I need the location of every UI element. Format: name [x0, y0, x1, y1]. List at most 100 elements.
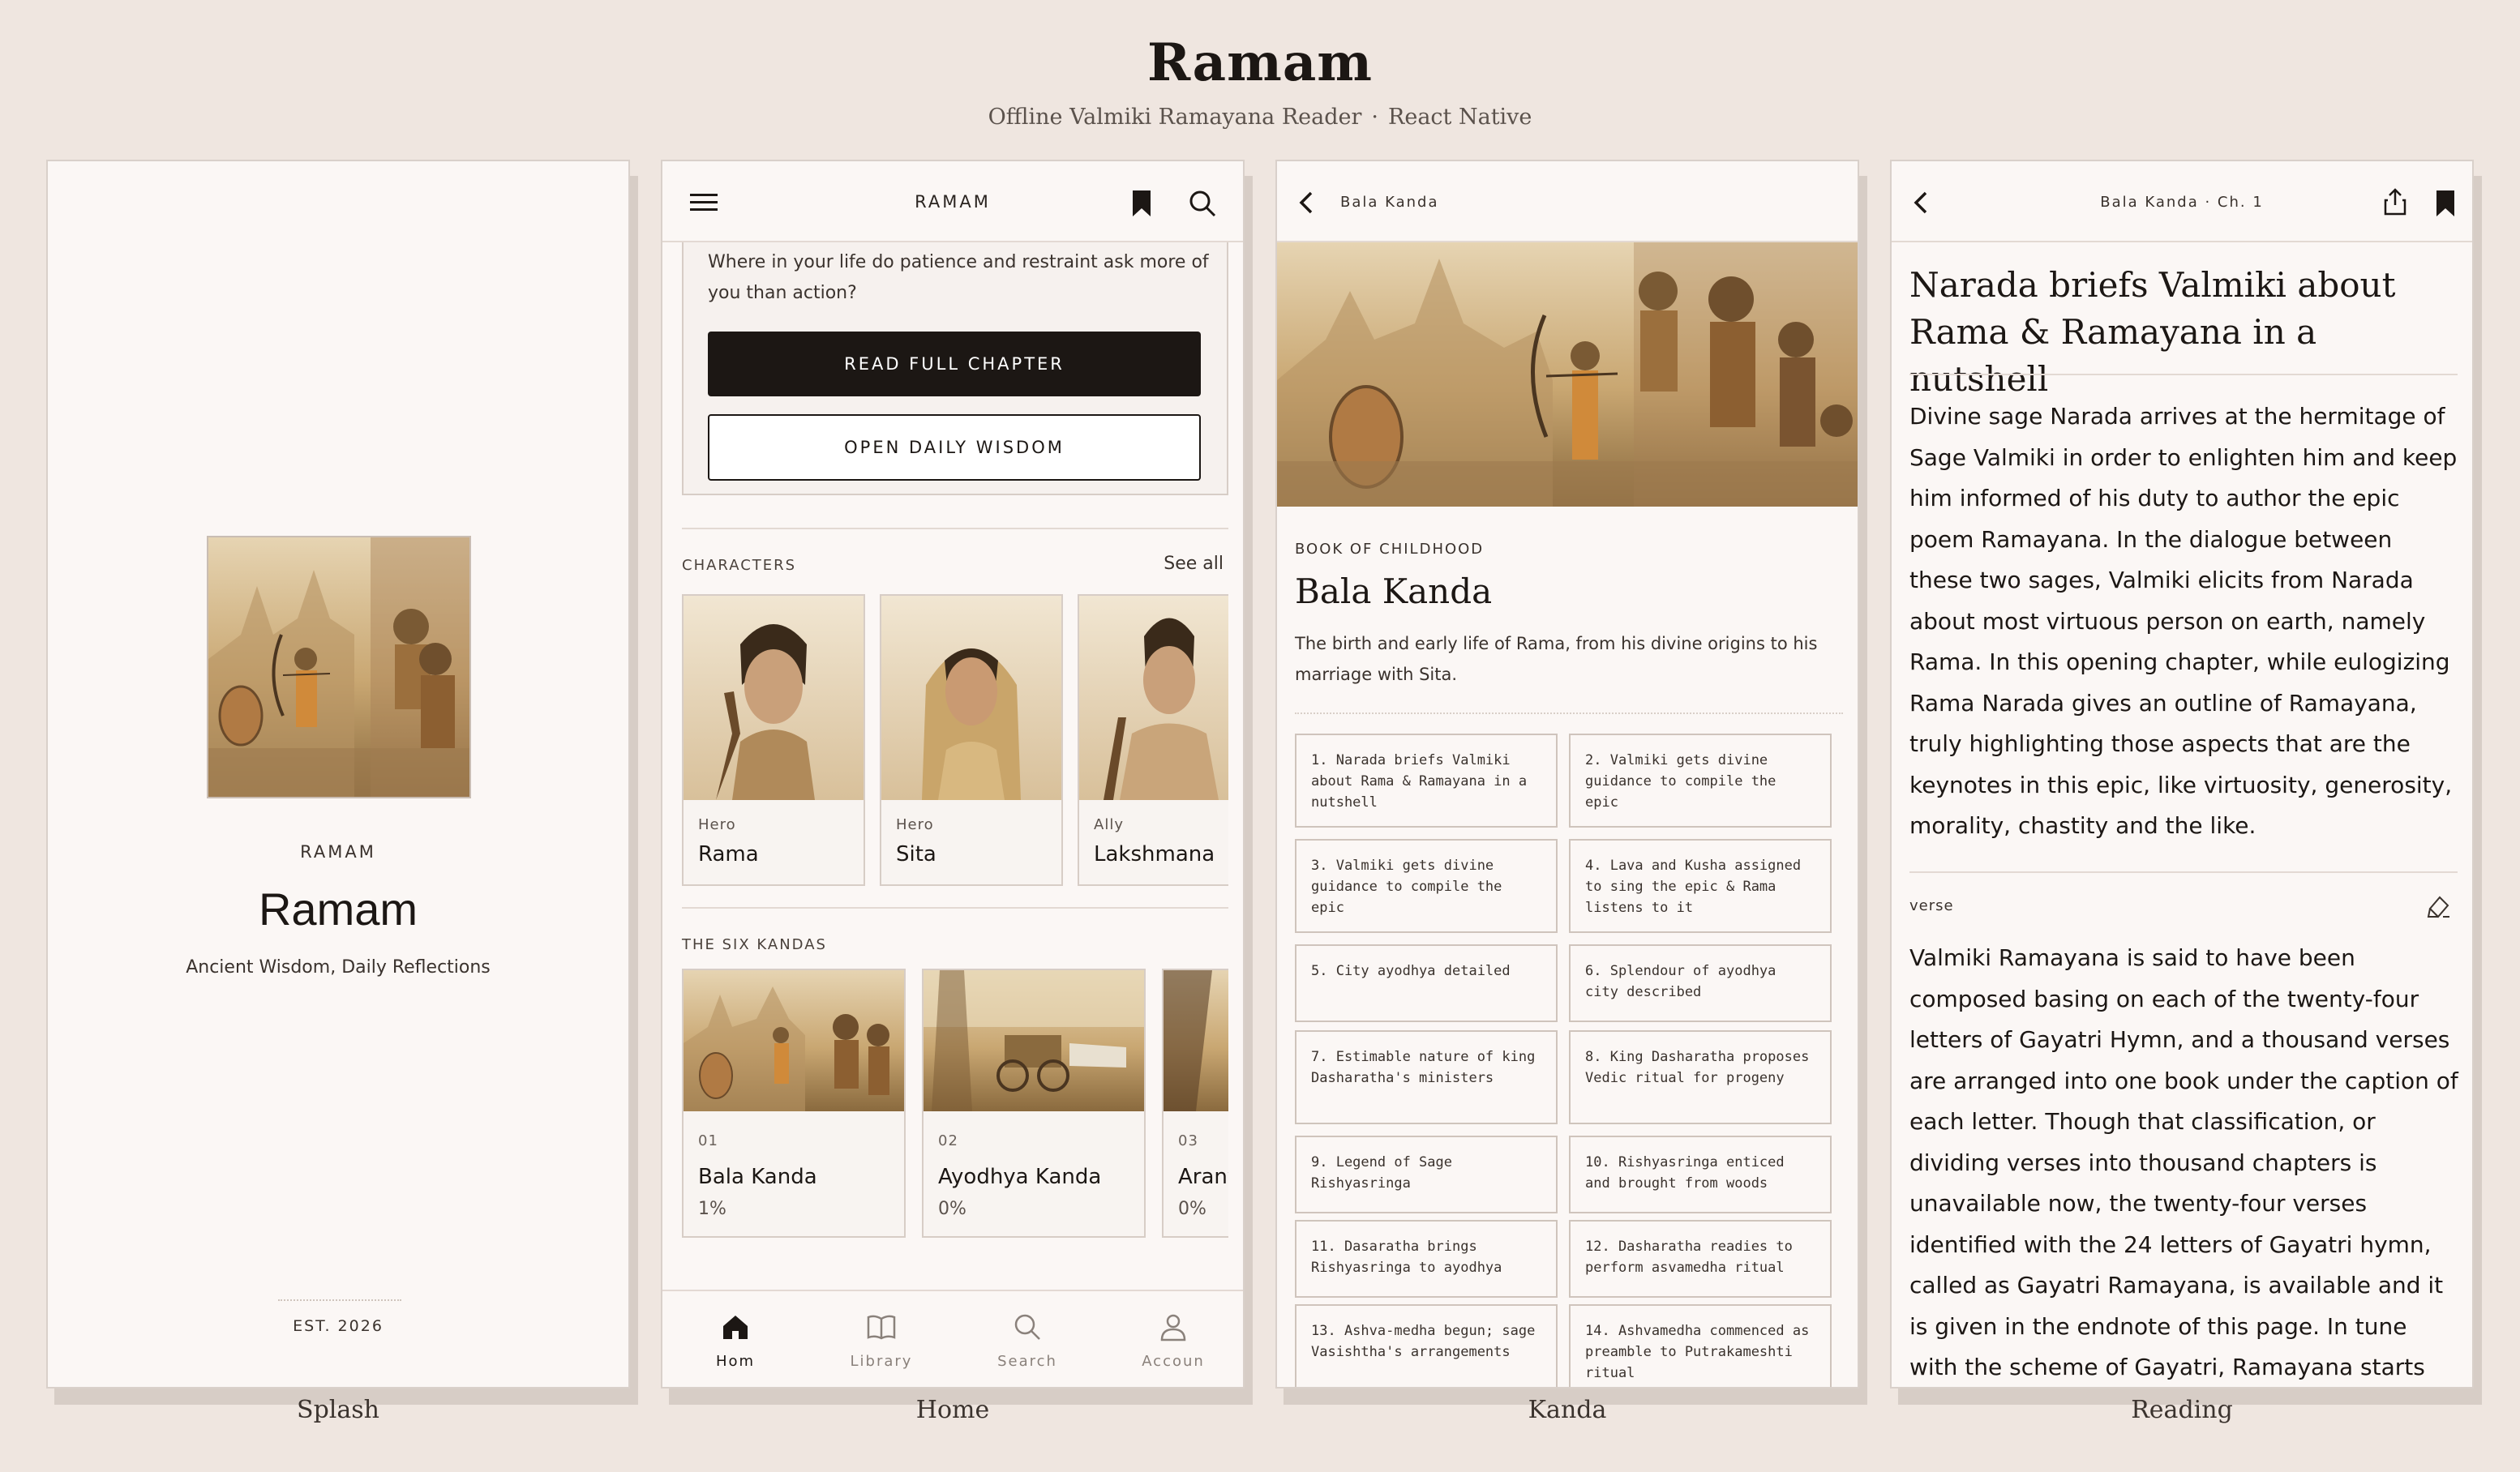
- kanda-card[interactable]: 01 Bala Kanda 1%: [682, 969, 906, 1238]
- tab-search[interactable]: Search: [954, 1291, 1100, 1387]
- home-screen: Where in your life do patience and restr…: [661, 160, 1245, 1389]
- verse-label: verse: [1909, 897, 1954, 914]
- tab-home[interactable]: Hom: [662, 1291, 808, 1387]
- chapter-summary: Divine sage Narada arrives at the hermit…: [1909, 403, 2458, 839]
- kanda-progress: 0%: [938, 1199, 966, 1219]
- search-icon[interactable]: [1188, 189, 1217, 218]
- kanda-number: 01: [698, 1132, 718, 1149]
- chapter-item[interactable]: 12. Dasharatha readies to perform asvame…: [1569, 1220, 1832, 1298]
- caption-splash: Splash: [297, 1396, 379, 1424]
- characters-carousel[interactable]: Hero Rama Hero Sita Ally Lakshmana: [682, 594, 1228, 888]
- read-full-chapter-button[interactable]: READ FULL CHAPTER: [708, 332, 1201, 396]
- character-name: Sita: [896, 842, 936, 867]
- kanda-description: The birth and early life of Rama, from h…: [1295, 634, 1818, 684]
- back-arrow-icon[interactable]: [1298, 190, 1314, 215]
- splash-title: Ramam: [258, 884, 418, 935]
- chapter-item[interactable]: 1. Narada briefs Valmiki about Rama & Ra…: [1295, 734, 1558, 828]
- subtitle-separator: ·: [1371, 105, 1379, 130]
- bala-kanda-thumbnail: [684, 970, 904, 1111]
- kanda-name: Arany: [1178, 1165, 1228, 1189]
- caption-home: Home: [915, 1396, 990, 1424]
- reading-top-bar: Bala Kanda · Ch. 1: [1892, 161, 2472, 242]
- chapter-item[interactable]: 4. Lava and Kusha assigned to sing the e…: [1569, 839, 1832, 933]
- splash-screen: RAMAM Ramam Ancient Wisdom, Daily Reflec…: [46, 160, 630, 1389]
- kanda-divider: [1295, 712, 1843, 714]
- rama-portrait: [684, 596, 864, 800]
- splash-divider: [278, 1299, 401, 1301]
- tab-label: Library: [850, 1353, 913, 1370]
- character-name: Lakshmana: [1094, 842, 1215, 867]
- page-subtitle: Offline Valmiki Ramayana Reader · React Na…: [0, 105, 2520, 130]
- chapter-item[interactable]: 14. Ashvamedha commenced as preamble to …: [1569, 1304, 1832, 1387]
- kanda-progress: 1%: [698, 1199, 726, 1219]
- kanda-title: Bala Kanda: [1295, 571, 1493, 611]
- home-icon: [723, 1316, 748, 1339]
- tab-label: Search: [997, 1353, 1057, 1370]
- kanda-screen: Bala Kanda BOOK OF CHILDHOOD Bala Kanda …: [1275, 160, 1859, 1389]
- search-icon: [1014, 1314, 1040, 1340]
- reading-screen: Bala Kanda · Ch. 1 Narada briefs Valmiki…: [1890, 160, 2474, 1389]
- character-card[interactable]: Hero Sita: [880, 594, 1063, 886]
- kanda-card[interactable]: 02 Ayodhya Kanda 0%: [922, 969, 1146, 1238]
- book-icon: [867, 1315, 896, 1340]
- kanda-name: Ayodhya Kanda: [938, 1165, 1102, 1189]
- highlighter-icon[interactable]: [2425, 892, 2453, 920]
- kanda-name: Bala Kanda: [698, 1165, 817, 1189]
- kanda-hero-illustration: [1277, 242, 1858, 507]
- kanda-number: 03: [1178, 1132, 1198, 1149]
- ayodhya-kanda-thumbnail: [924, 970, 1144, 1111]
- caption-reading: Reading: [2131, 1396, 2233, 1424]
- kanda-kicker: BOOK OF CHILDHOOD: [1295, 541, 1485, 558]
- chapter-item[interactable]: 13. Ashva-medha begun; sage Vasishtha's …: [1295, 1304, 1558, 1387]
- user-icon: [1160, 1314, 1186, 1341]
- open-daily-wisdom-button[interactable]: OPEN DAILY WISDOM: [708, 414, 1201, 481]
- chapter-item[interactable]: 9. Legend of Sage Rishyasringa: [1295, 1136, 1558, 1213]
- verse-text: Valmiki Ramayana is said to have been co…: [1909, 944, 2458, 1380]
- kandas-carousel[interactable]: 01 Bala Kanda 1% 02 Ayodhya Kanda 0% 03 …: [682, 969, 1228, 1239]
- chapter-item[interactable]: 6. Splendour of ayodhya city described: [1569, 944, 1832, 1022]
- chapter-item[interactable]: 11. Dasaratha brings Rishyasringa to ayo…: [1295, 1220, 1558, 1298]
- caption-kanda: Kanda: [1528, 1396, 1607, 1424]
- tab-account[interactable]: Accoun: [1100, 1291, 1243, 1387]
- see-all-characters-link[interactable]: See all: [1164, 554, 1224, 574]
- chapter-item[interactable]: 3. Valmiki gets divine guidance to compi…: [1295, 839, 1558, 933]
- subtitle-tech: React Native: [1388, 105, 1532, 130]
- bottom-tab-bar: Hom Library Search Accoun: [662, 1290, 1243, 1387]
- section-divider: [682, 907, 1228, 909]
- tab-library[interactable]: Library: [808, 1291, 954, 1387]
- character-card[interactable]: Ally Lakshmana: [1078, 594, 1228, 886]
- tab-label: Accoun: [1142, 1353, 1205, 1370]
- chapter-item[interactable]: 10. Rishyasringa enticed and brought fro…: [1569, 1136, 1832, 1213]
- kanda-top-bar: Bala Kanda: [1277, 161, 1858, 242]
- home-top-bar: RAMAM: [662, 161, 1243, 242]
- kanda-card[interactable]: 03 Arany 0%: [1162, 969, 1228, 1238]
- share-icon[interactable]: [2383, 187, 2407, 216]
- section-divider: [682, 528, 1228, 529]
- character-card[interactable]: Hero Rama: [682, 594, 865, 886]
- splash-established: EST. 2026: [293, 1317, 384, 1335]
- chapter-item[interactable]: 5. City ayodhya detailed: [1295, 944, 1558, 1022]
- character-role: Hero: [896, 816, 934, 833]
- kandas-heading: THE SIX KANDAS: [682, 936, 827, 953]
- chapter-item[interactable]: 7. Estimable nature of king Dasharatha's…: [1295, 1030, 1558, 1124]
- page-header: Ramam Offline Valmiki Ramayana Reader · Re…: [0, 32, 2520, 130]
- kanda-number: 02: [938, 1132, 958, 1149]
- chapter-item[interactable]: 2. Valmiki gets divine guidance to compi…: [1569, 734, 1832, 828]
- home-app-title: RAMAM: [915, 192, 991, 212]
- page-title: Ramam: [1146, 32, 1374, 93]
- splash-brand: RAMAM: [300, 842, 376, 862]
- bookmark-icon[interactable]: [2435, 189, 2456, 218]
- tab-label: Hom: [715, 1353, 756, 1370]
- title-divider: [1909, 374, 2458, 375]
- character-role: Ally: [1094, 816, 1124, 833]
- characters-heading: CHARACTERS: [682, 557, 797, 574]
- summary-divider: [1909, 871, 2458, 873]
- chapter-item[interactable]: 8. King Dasharatha proposes Vedic ritual…: [1569, 1030, 1832, 1124]
- kanda-breadcrumb: Bala Kanda: [1340, 194, 1439, 211]
- sita-portrait: [881, 596, 1061, 800]
- subtitle-app-desc: Offline Valmiki Ramayana Reader: [988, 105, 1362, 130]
- reflection-prompt: Where in your life do patience and restr…: [708, 252, 1209, 303]
- splash-illustration: [207, 536, 471, 798]
- bookmark-icon[interactable]: [1131, 189, 1152, 218]
- kanda-progress: 0%: [1178, 1199, 1206, 1219]
